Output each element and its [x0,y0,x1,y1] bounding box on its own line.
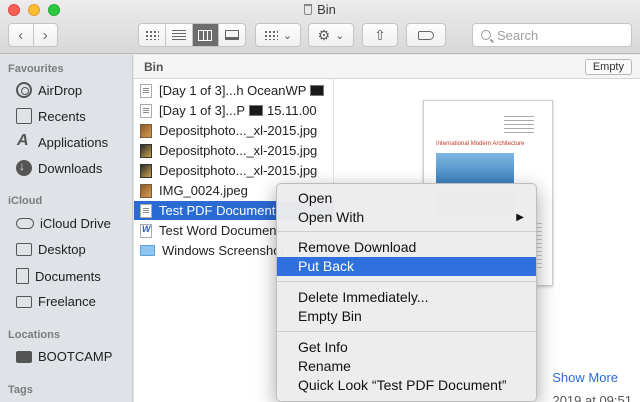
group-grid-icon [263,30,278,40]
gallery-icon [225,30,240,40]
tag-icon [418,30,434,40]
sidebar-heading-favourites: Favourites [8,63,64,75]
menu-item-put-back[interactable]: Put Back [277,257,536,276]
gear-icon: ⚙ [317,26,331,43]
sidebar-item-applications[interactable]: Applications [16,132,108,150]
list-icon [171,30,186,40]
sidebar-item-desktop[interactable]: Desktop [16,242,86,257]
menu-separator [277,331,536,332]
grid-icon [144,30,159,40]
search-placeholder: Search [497,27,539,43]
empty-bin-button[interactable]: Empty [584,59,632,75]
menu-item-open[interactable]: Open [277,189,536,208]
file-row[interactable]: [Day 1 of 3]...h OceanWP [140,81,328,100]
file-row[interactable]: [Day 1 of 3]...P 15.11.00 [140,101,328,120]
file-row[interactable]: Depositphoto..._xl-2015.jpg [140,141,328,160]
folder-icon [16,295,32,308]
cloud-icon [16,218,34,229]
airdrop-icon [16,82,32,98]
thumbnail-icon [249,105,263,116]
menu-item-remove-download[interactable]: Remove Download [277,238,536,257]
sidebar-item-recents[interactable]: Recents [16,108,86,124]
current-folder-label: Bin [144,60,164,74]
word-icon [140,223,152,238]
window-title: Bin [0,2,640,17]
search-icon [481,30,491,40]
folder-icon [140,245,155,256]
applications-icon [16,132,32,150]
menu-item-rename[interactable]: Rename [277,357,536,376]
sidebar-item-airdrop[interactable]: AirDrop [16,82,82,98]
submenu-arrow-icon: ▶ [516,212,524,223]
gallery-view-button[interactable] [219,24,245,46]
view-mode-group [138,23,246,47]
trash-icon [304,4,313,15]
image-icon [140,183,152,198]
sidebar-heading-icloud: iCloud [8,195,43,207]
file-row[interactable]: Depositphoto..._xl-2015.jpg [140,161,328,180]
image-icon [140,163,152,178]
sidebar-heading-tags: Tags [8,384,33,396]
file-row[interactable]: Depositphoto..._xl-2015.jpg [140,121,328,140]
image-icon [140,123,152,138]
downloads-icon [16,159,32,176]
pdf-icon [140,203,152,218]
search-input[interactable]: Search [472,23,632,47]
preview-header-lines [504,116,534,134]
context-menu: Open Open With ▶ Remove Download Put Back… [276,183,537,402]
show-more-link[interactable]: Show More [552,370,618,385]
menu-separator [277,281,536,282]
chevron-down-icon: ⌄ [335,29,345,42]
sidebar: Favourites AirDrop Recents Applications … [0,55,133,402]
column-view-button[interactable] [192,24,220,46]
menu-item-open-with[interactable]: Open With ▶ [277,208,536,227]
preview-date: 2019 at 09:51 [552,393,632,402]
image-icon [140,143,152,158]
chevron-down-icon: ⌄ [282,29,293,42]
menu-separator [277,231,536,232]
share-button[interactable]: ⇧ [362,23,398,47]
sidebar-item-icloud-drive[interactable]: iCloud Drive [16,216,111,231]
icon-view-button[interactable] [139,24,166,46]
recents-icon [16,108,32,124]
menu-item-get-info[interactable]: Get Info [277,338,536,357]
drive-icon [16,350,32,363]
group-by-button[interactable]: ⌄ [255,23,301,47]
share-icon: ⇧ [374,26,386,43]
list-view-button[interactable] [166,24,193,46]
desktop-icon [16,243,32,256]
sidebar-heading-locations: Locations [8,329,60,341]
forward-button[interactable]: › [34,27,58,44]
menu-item-empty-bin[interactable]: Empty Bin [277,307,536,326]
menu-item-delete-immediately[interactable]: Delete Immediately... [277,288,536,307]
action-button[interactable]: ⚙ ⌄ [308,23,354,47]
sidebar-item-documents[interactable]: Documents [16,268,101,284]
columns-icon [198,29,213,41]
document-icon [16,268,29,284]
back-button[interactable]: ‹ [9,27,33,44]
sidebar-item-freelance[interactable]: Freelance [16,294,96,309]
tag-button[interactable] [406,23,446,47]
navigation-group: ‹ › [8,23,58,47]
title-bar: Bin ‹ › ⌄ ⚙ ⌄ ⇧ Search [0,0,640,54]
sidebar-item-bootcamp[interactable]: BOOTCAMP [16,349,112,364]
document-icon [140,83,152,98]
thumbnail-icon [310,85,325,96]
menu-item-quick-look[interactable]: Quick Look “Test PDF Document” [277,376,536,395]
path-bar: Bin Empty [134,55,640,79]
preview-doc-title: International Modern Architecture [436,141,525,147]
document-icon [140,103,152,118]
sidebar-item-downloads[interactable]: Downloads [16,159,102,176]
